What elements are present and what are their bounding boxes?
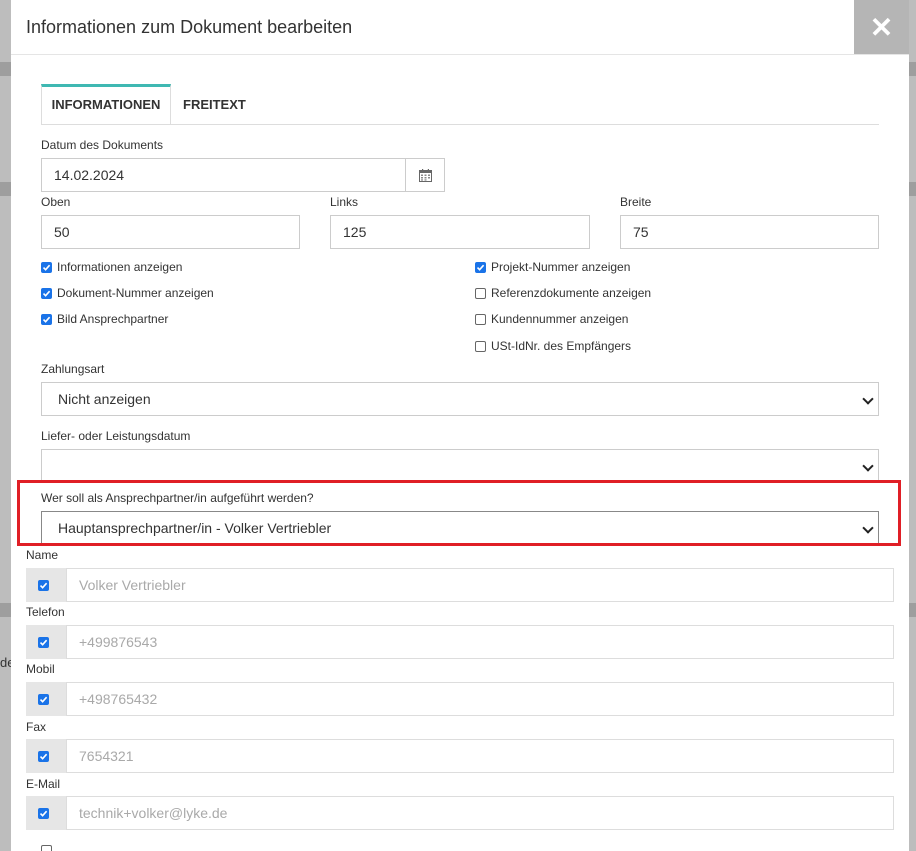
contact-name-label: Name	[26, 548, 59, 562]
contact-person-label: Wer soll als Ansprechpartner/in aufgefüh…	[41, 491, 314, 505]
calendar-icon	[418, 168, 432, 182]
checkbox-label: Dokument-Nummer anzeigen	[57, 286, 214, 300]
top-label: Oben	[41, 195, 71, 209]
checkbox-label: Informationen anzeigen	[57, 260, 183, 274]
partial-checkbox-row[interactable]	[41, 845, 57, 851]
width-input[interactable]: 75	[620, 215, 879, 249]
checkbox-label: Projekt-Nummer anzeigen	[491, 260, 631, 274]
payment-select[interactable]: Nicht anzeigen	[41, 382, 879, 416]
checkbox-label: Referenzdokumente anzeigen	[491, 286, 652, 300]
tab-freitext[interactable]: FREITEXT	[183, 85, 246, 124]
width-label: Breite	[620, 195, 652, 209]
checkbox-checked-icon[interactable]	[41, 287, 52, 299]
contact-email-input[interactable]: technik+volker@lyke.de	[66, 796, 894, 830]
calendar-button[interactable]	[405, 158, 445, 192]
checkbox-show-doc-number[interactable]: Dokument-Nummer anzeigen	[41, 285, 214, 301]
checkbox-checked-icon[interactable]	[38, 807, 49, 819]
checkbox-label: USt-IdNr. des Empfängers	[491, 339, 632, 353]
tab-bar: INFORMATIONEN FREITEXT	[41, 84, 879, 125]
contact-phone-group: +499876543	[26, 625, 894, 659]
checkbox-unchecked-icon[interactable]	[475, 340, 486, 352]
chevron-down-icon	[862, 460, 874, 472]
contact-mobile-input[interactable]: +498765432	[66, 682, 894, 716]
contact-name-input[interactable]: Volker Vertriebler	[66, 568, 894, 602]
tab-informationen[interactable]: INFORMATIONEN	[41, 84, 171, 124]
contact-phone-toggle	[26, 625, 66, 659]
top-input[interactable]: 50	[41, 215, 300, 249]
payment-label: Zahlungsart	[41, 362, 105, 376]
checkbox-checked-icon[interactable]	[38, 579, 49, 591]
contact-email-label: E-Mail	[26, 777, 61, 791]
checkbox-contact-image[interactable]: Bild Ansprechpartner	[41, 311, 168, 327]
contact-email-toggle	[26, 796, 66, 830]
checkbox-checked-icon[interactable]	[41, 261, 52, 273]
contact-fax-toggle	[26, 739, 66, 773]
contact-name-toggle	[26, 568, 66, 602]
checkbox-reference-docs[interactable]: Referenzdokumente anzeigen	[475, 285, 651, 301]
checkbox-vat-id[interactable]: USt-IdNr. des Empfängers	[475, 338, 631, 354]
date-input[interactable]: 14.02.2024	[41, 158, 406, 192]
contact-mobile-group: +498765432	[26, 682, 894, 716]
contact-mobile-label: Mobil	[26, 662, 55, 676]
modal-header: Informationen zum Dokument bearbeiten ✕	[11, 0, 909, 55]
date-label: Datum des Dokuments	[41, 138, 164, 152]
checkbox-label: Bild Ansprechpartner	[57, 312, 169, 326]
close-icon: ✕	[869, 11, 894, 43]
chevron-down-icon	[862, 393, 874, 405]
contact-email-group: technik+volker@lyke.de	[26, 796, 894, 830]
checkbox-label: Kundennummer anzeigen	[491, 312, 629, 326]
delivery-date-select[interactable]	[41, 449, 879, 483]
contact-fax-input[interactable]: 7654321	[66, 739, 894, 773]
modal-title: Informationen zum Dokument bearbeiten	[26, 17, 353, 37]
checkbox-unchecked-icon[interactable]	[41, 845, 52, 851]
contact-name-group: Volker Vertriebler	[26, 568, 894, 602]
checkbox-project-number[interactable]: Projekt-Nummer anzeigen	[475, 259, 630, 275]
left-label: Links	[330, 195, 359, 209]
contact-phone-input[interactable]: +499876543	[66, 625, 894, 659]
edit-document-modal: Informationen zum Dokument bearbeiten ✕ …	[11, 0, 909, 851]
checkbox-checked-icon[interactable]	[41, 313, 52, 325]
contact-phone-label: Telefon	[26, 605, 65, 619]
checkbox-unchecked-icon[interactable]	[475, 287, 486, 299]
checkbox-checked-icon[interactable]	[475, 261, 486, 273]
checkbox-show-info[interactable]: Informationen anzeigen	[41, 259, 182, 275]
contact-mobile-toggle	[26, 682, 66, 716]
contact-person-select-value: Hauptansprechpartner/in - Volker Vertrie…	[58, 520, 332, 536]
checkbox-customer-number[interactable]: Kundennummer anzeigen	[475, 311, 628, 327]
checkbox-checked-icon[interactable]	[38, 750, 49, 762]
payment-select-value: Nicht anzeigen	[58, 391, 151, 407]
close-button[interactable]: ✕	[854, 0, 909, 54]
chevron-down-icon	[862, 522, 874, 534]
contact-fax-group: 7654321	[26, 739, 894, 773]
delivery-date-label: Liefer- oder Leistungsdatum	[41, 429, 191, 443]
contact-person-select[interactable]: Hauptansprechpartner/in - Volker Vertrie…	[41, 511, 879, 545]
contact-fax-label: Fax	[26, 720, 47, 734]
checkbox-checked-icon[interactable]	[38, 636, 49, 648]
left-input[interactable]: 125	[330, 215, 590, 249]
checkbox-unchecked-icon[interactable]	[475, 313, 486, 325]
checkbox-checked-icon[interactable]	[38, 693, 49, 705]
